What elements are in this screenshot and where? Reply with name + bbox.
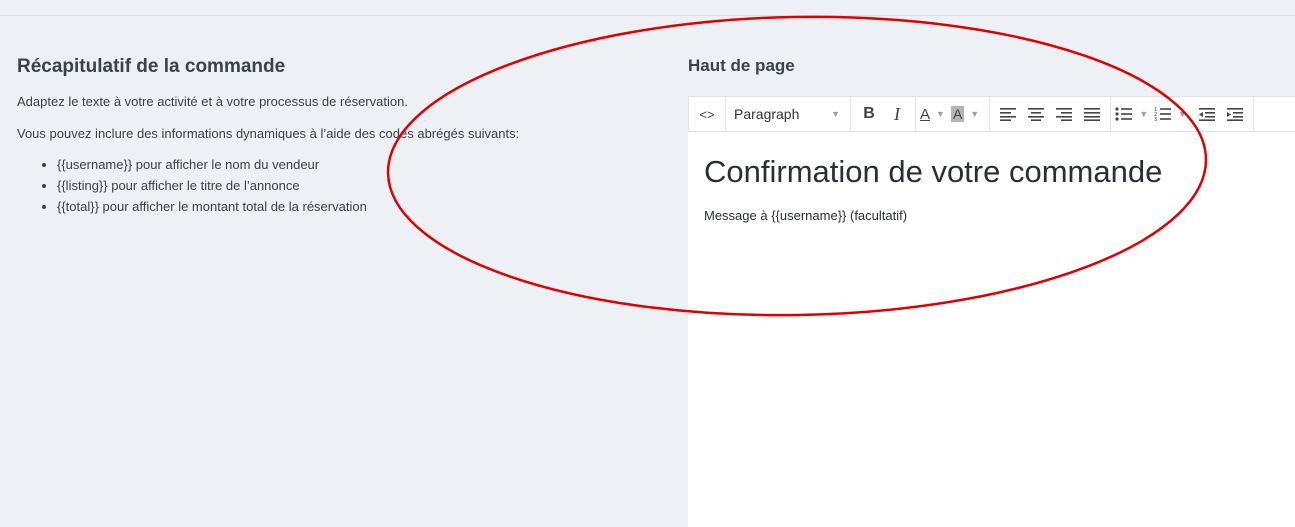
numbered-list-icon: 123 bbox=[1154, 107, 1172, 121]
shortcode-list: {{username}} pour afficher le nom du ven… bbox=[17, 154, 657, 217]
bold-button[interactable]: B bbox=[855, 100, 883, 128]
background-color-button[interactable]: A ▼ bbox=[950, 100, 985, 128]
toolbar-group-align bbox=[990, 97, 1112, 131]
rich-text-editor[interactable]: <> Paragraph ▼ B I A ▼ A ▼ ▼ 1 2 3 ▼ Con… bbox=[688, 96, 1295, 527]
list-item: {{username}} pour afficher le nom du ven… bbox=[57, 154, 657, 175]
outdent-icon bbox=[1199, 108, 1216, 121]
align-justify-button[interactable] bbox=[1078, 100, 1106, 128]
list-item: {{listing}} pour afficher le titre de l’… bbox=[57, 175, 657, 196]
toolbar-group-lists: ▼ 123 ▼ bbox=[1111, 97, 1255, 131]
indent-button[interactable] bbox=[1221, 100, 1249, 128]
format-select-value: Paragraph bbox=[734, 106, 800, 122]
align-left-icon bbox=[1000, 108, 1017, 121]
align-justify-icon bbox=[1084, 108, 1101, 121]
bullet-list-icon bbox=[1115, 107, 1133, 121]
indent-icon bbox=[1227, 108, 1244, 121]
editor-heading[interactable]: Confirmation de votre commande bbox=[704, 154, 1292, 190]
list-item: {{total}} pour afficher le montant total… bbox=[57, 196, 657, 217]
toolbar-group-code: <> bbox=[689, 97, 726, 131]
source-code-button[interactable]: <> bbox=[693, 100, 721, 128]
align-left-button[interactable] bbox=[994, 100, 1022, 128]
align-right-button[interactable] bbox=[1050, 100, 1078, 128]
left-panel: Récapitulatif de la commande Adaptez le … bbox=[17, 56, 657, 217]
chevron-down-icon: ▼ bbox=[936, 109, 945, 119]
description-1: Adaptez le texte à votre activité et à v… bbox=[17, 94, 408, 109]
italic-button[interactable]: I bbox=[883, 100, 911, 128]
description-2: Vous pouvez inclure des informations dyn… bbox=[17, 126, 520, 141]
editor-toolbar: <> Paragraph ▼ B I A ▼ A ▼ ▼ 1 2 3 ▼ bbox=[688, 96, 1295, 132]
toolbar-group-color: A ▼ A ▼ bbox=[916, 97, 991, 131]
right-panel: Haut de page bbox=[688, 56, 1295, 95]
background-color-icon: A bbox=[950, 106, 965, 122]
right-title: Haut de page bbox=[688, 56, 795, 75]
align-center-button[interactable] bbox=[1022, 100, 1050, 128]
chevron-down-icon: ▼ bbox=[970, 109, 980, 119]
align-center-icon bbox=[1028, 108, 1045, 121]
outdent-button[interactable] bbox=[1193, 100, 1221, 128]
bold-icon: B bbox=[863, 105, 875, 122]
toolbar-group-format: Paragraph ▼ bbox=[726, 97, 851, 131]
editor-message[interactable]: Message à {{username}} (facultatif) bbox=[704, 208, 1292, 223]
text-color-button[interactable]: A ▼ bbox=[920, 100, 951, 128]
chevron-down-icon: ▼ bbox=[1139, 109, 1149, 119]
numbered-list-button[interactable]: 123 ▼ bbox=[1154, 100, 1193, 128]
svg-text:3: 3 bbox=[1154, 117, 1157, 121]
bullet-list-button[interactable]: ▼ bbox=[1115, 100, 1154, 128]
text-color-icon: A bbox=[920, 105, 931, 123]
align-right-icon bbox=[1056, 108, 1073, 121]
code-icon: <> bbox=[699, 106, 715, 122]
chevron-down-icon: ▼ bbox=[831, 109, 840, 119]
toolbar-group-style: B I bbox=[851, 97, 916, 131]
italic-icon: I bbox=[894, 103, 900, 124]
chevron-down-icon: ▼ bbox=[1178, 109, 1188, 119]
section-title: Récapitulatif de la commande bbox=[17, 56, 286, 77]
top-strip bbox=[0, 0, 1295, 16]
editor-content[interactable]: Confirmation de votre commande Message à… bbox=[688, 132, 1295, 245]
format-select[interactable]: Paragraph ▼ bbox=[730, 100, 846, 128]
